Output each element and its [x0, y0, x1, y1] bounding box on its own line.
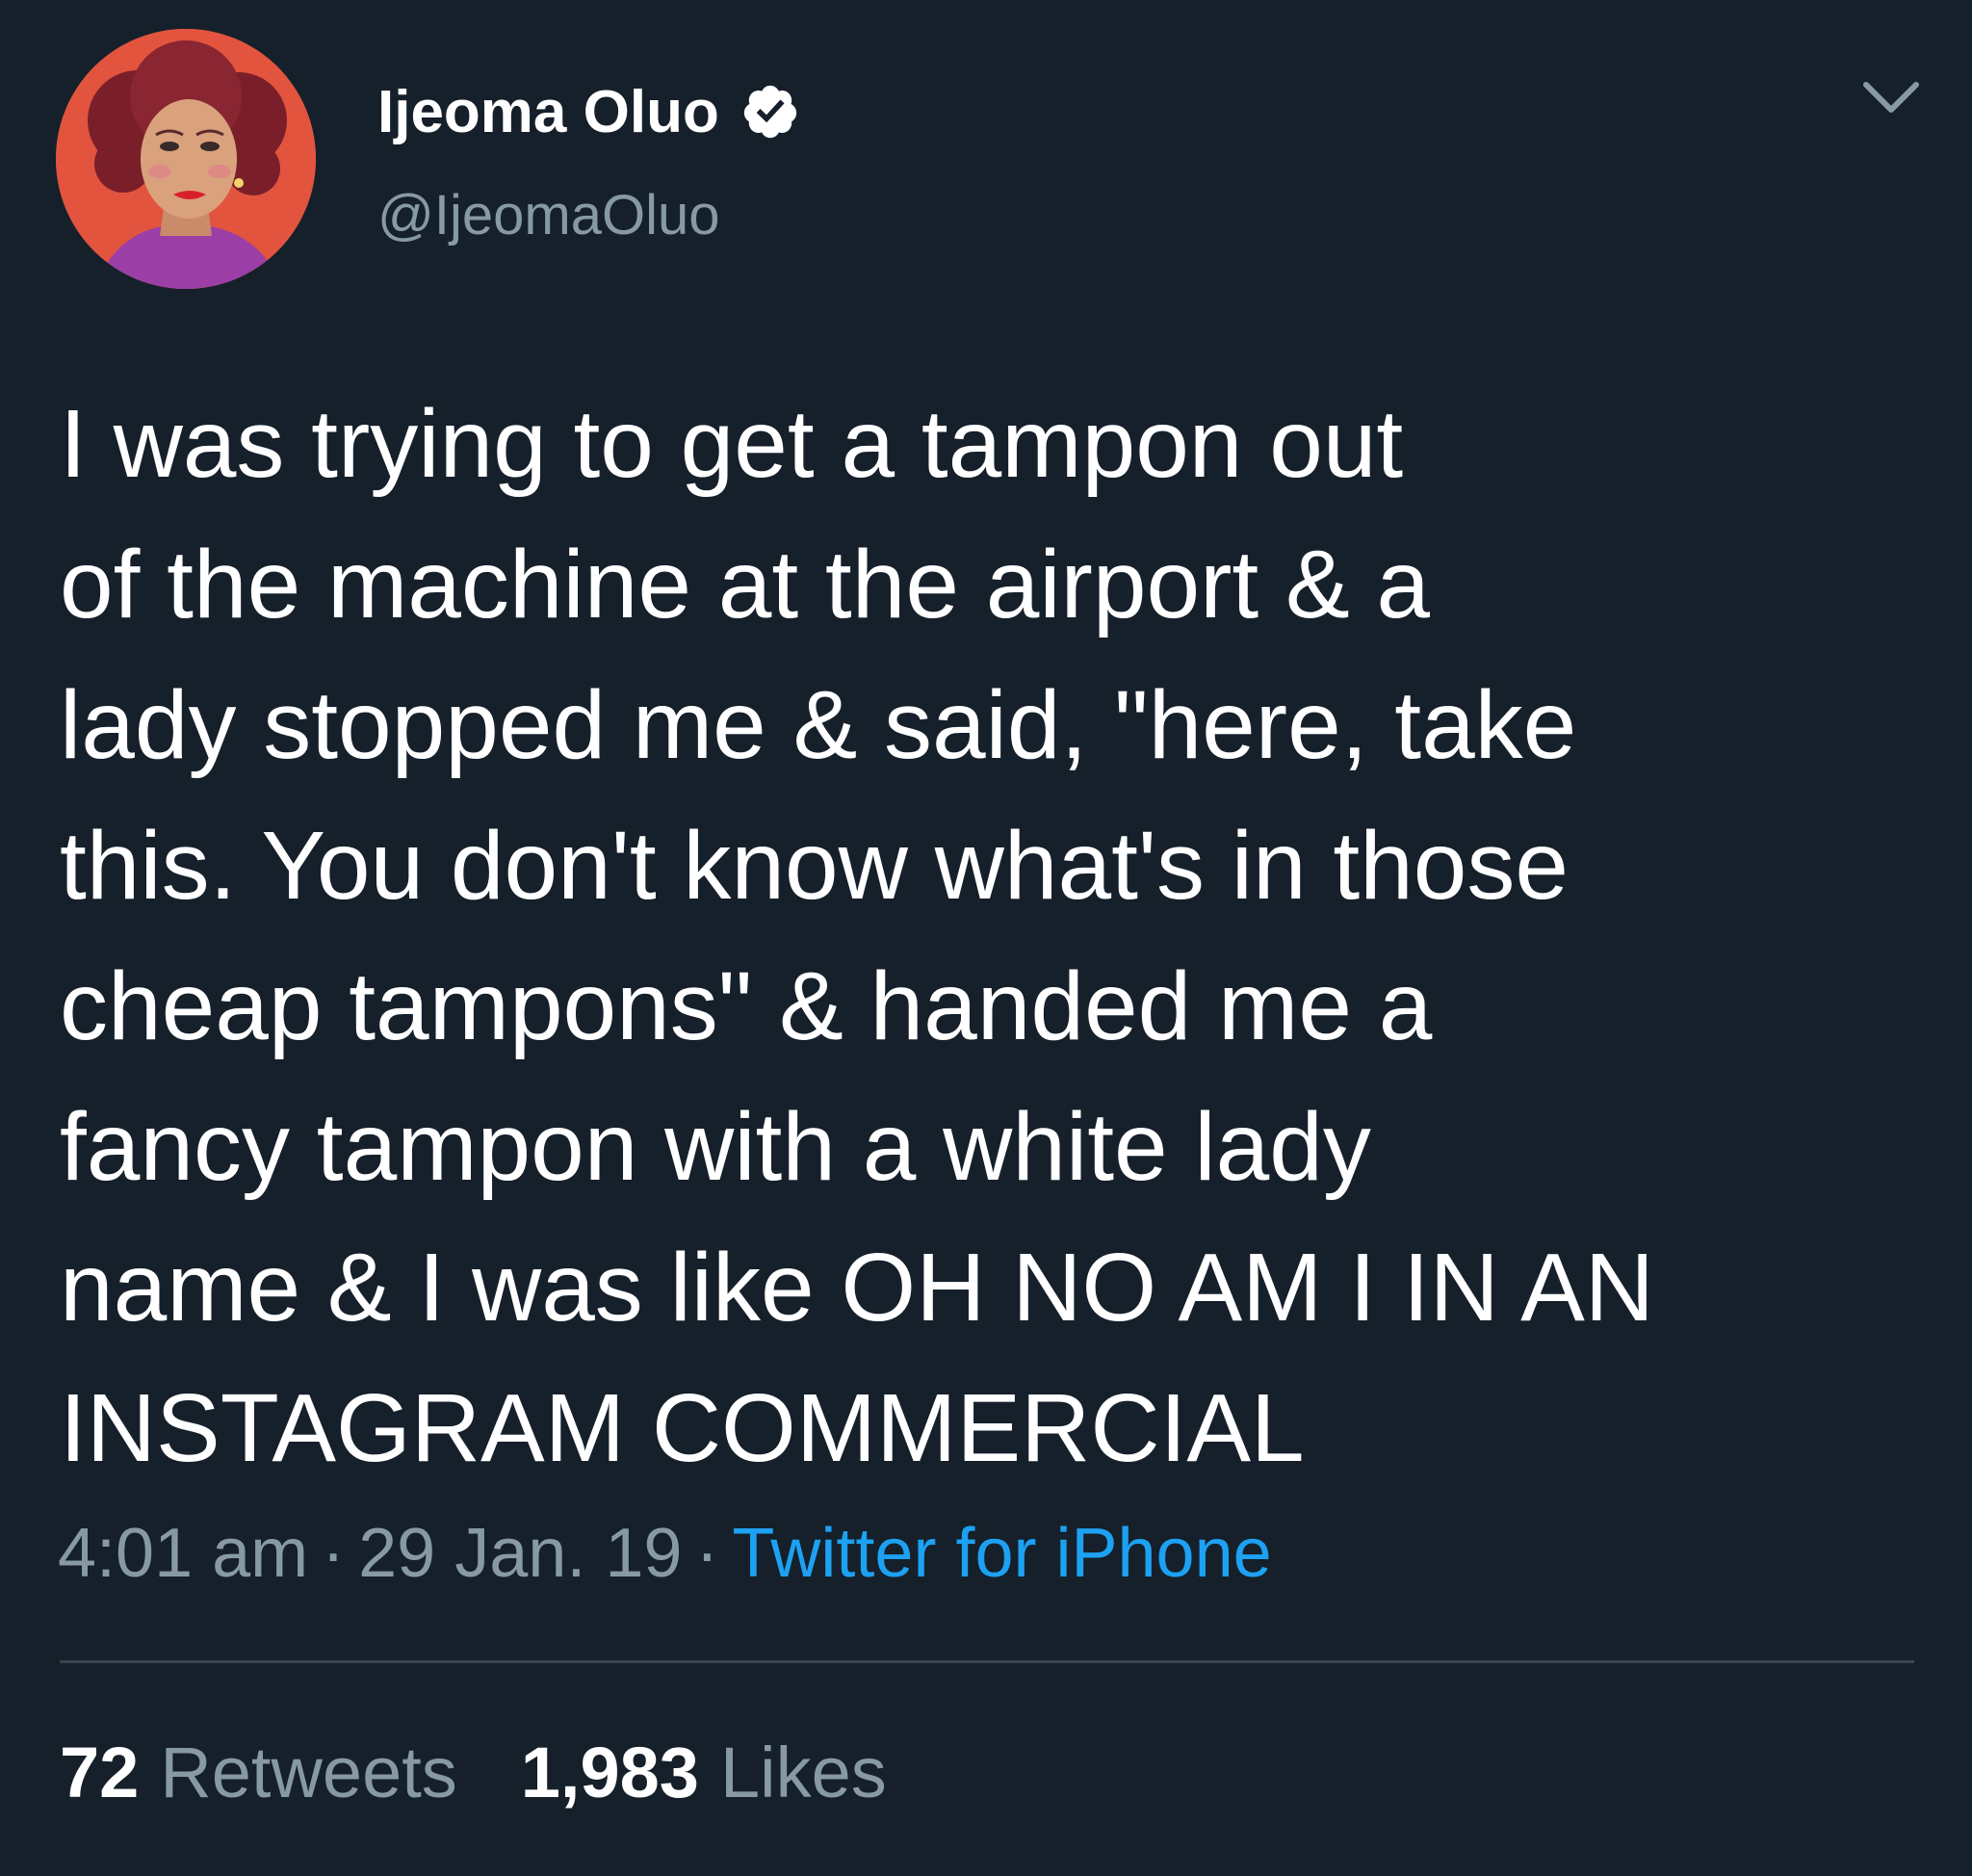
divider — [60, 1660, 1914, 1663]
tweet-card: Ijeoma Oluo @IjeomaOluo I was trying to … — [0, 0, 1972, 1876]
meta-separator: · — [322, 1515, 346, 1592]
retweets-stat[interactable]: 72 Retweets — [60, 1730, 457, 1816]
likes-label: Likes — [719, 1733, 887, 1812]
retweets-count: 72 — [60, 1733, 140, 1812]
tweet-date[interactable]: 29 Jan. 19 — [358, 1515, 682, 1592]
tweet-stats: 72 Retweets 1,983 Likes — [60, 1730, 887, 1816]
tweet-text-line: cheap tampons" & handed me a — [60, 952, 1433, 1060]
tweet-text-line: this. You don't know what's in those — [60, 812, 1569, 920]
tweet-text: I was trying to get a tampon out of the … — [60, 374, 1928, 1498]
tweet-text-line: fancy tampon with a white lady — [60, 1093, 1371, 1201]
retweets-label: Retweets — [160, 1733, 457, 1812]
tweet-meta: 4:01 am · 29 Jan. 19 · Twitter for iPhone — [58, 1510, 1272, 1597]
tweet-text-line: name & I was like OH NO AM I IN AN — [60, 1234, 1655, 1342]
tweet-time[interactable]: 4:01 am — [58, 1515, 308, 1592]
likes-count: 1,983 — [520, 1733, 699, 1812]
meta-separator: · — [695, 1515, 719, 1592]
tweet-text-line: I was trying to get a tampon out — [60, 390, 1404, 498]
tweet-text-line: of the machine at the airport & a — [60, 531, 1431, 638]
avatar-illustration-icon — [56, 29, 316, 289]
likes-stat[interactable]: 1,983 Likes — [521, 1730, 887, 1816]
author-handle[interactable]: @IjeomaOluo — [377, 183, 719, 248]
verified-badge-icon — [740, 82, 800, 142]
display-name[interactable]: Ijeoma Oluo — [377, 78, 719, 146]
chevron-down-icon[interactable] — [1860, 77, 1922, 119]
author-name-row: Ijeoma Oluo — [377, 73, 800, 150]
tweet-text-line: INSTAGRAM COMMERCIAL — [60, 1374, 1305, 1482]
tweet-text-line: lady stopped me & said, "here, take — [60, 671, 1577, 779]
tweet-source-link[interactable]: Twitter for iPhone — [732, 1515, 1271, 1592]
avatar[interactable] — [56, 29, 316, 289]
